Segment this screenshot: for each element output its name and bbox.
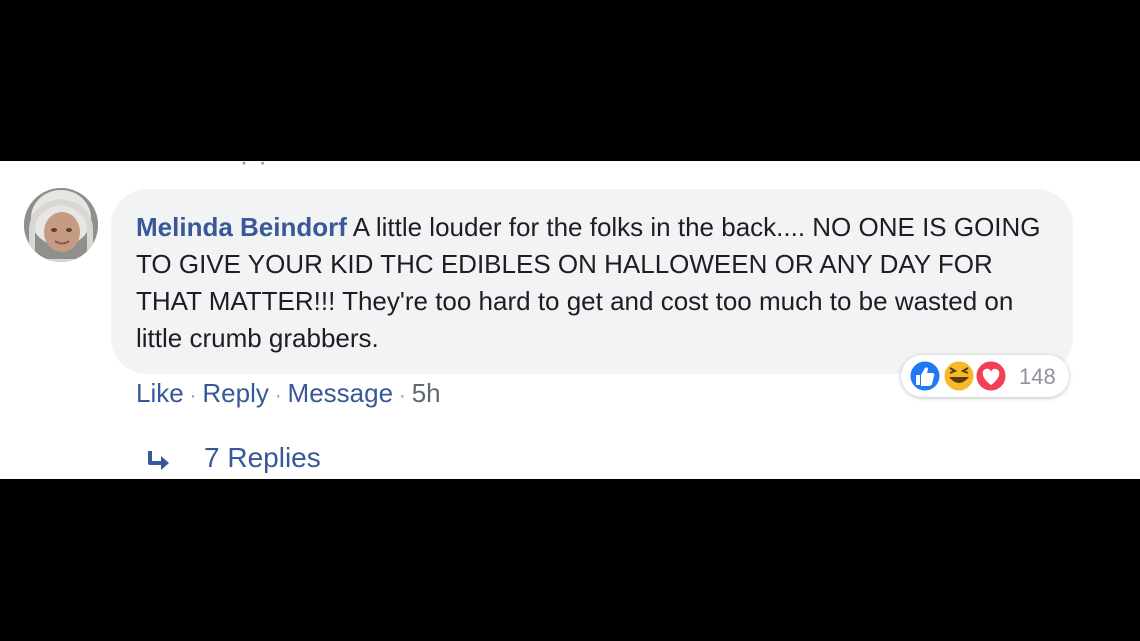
love-icon	[973, 358, 1009, 394]
reactions-summary[interactable]: 148	[901, 355, 1069, 397]
like-button[interactable]: Like	[136, 378, 184, 408]
comment-actions: Like · Reply · Message · 5h	[136, 378, 441, 409]
replies-count-label[interactable]: 7 Replies	[204, 442, 321, 474]
avatar[interactable]	[24, 188, 98, 262]
like-icon	[907, 358, 943, 394]
separator: ·	[189, 385, 197, 407]
haha-icon	[941, 358, 977, 394]
author-name-link[interactable]: Melinda Beindorf	[136, 212, 347, 242]
screenshot-frame: · · Melinda Beindorf A little louder for…	[0, 0, 1140, 641]
previous-comment-cutoff: · ·	[240, 161, 269, 176]
reply-button[interactable]: Reply	[202, 378, 268, 408]
timestamp[interactable]: 5h	[412, 378, 441, 408]
separator: ·	[399, 385, 406, 407]
reaction-icons	[907, 358, 1009, 394]
reply-arrow-icon	[148, 451, 169, 470]
comment-body: Melinda Beindorf A little louder for the…	[136, 209, 1051, 357]
message-button[interactable]: Message	[288, 378, 394, 408]
separator: ·	[274, 385, 282, 407]
avatar-photo	[24, 188, 98, 262]
comment-thread: · · Melinda Beindorf A little louder for…	[0, 161, 1140, 479]
comment-bubble: Melinda Beindorf A little louder for the…	[111, 189, 1073, 374]
reaction-count: 148	[1019, 364, 1056, 389]
